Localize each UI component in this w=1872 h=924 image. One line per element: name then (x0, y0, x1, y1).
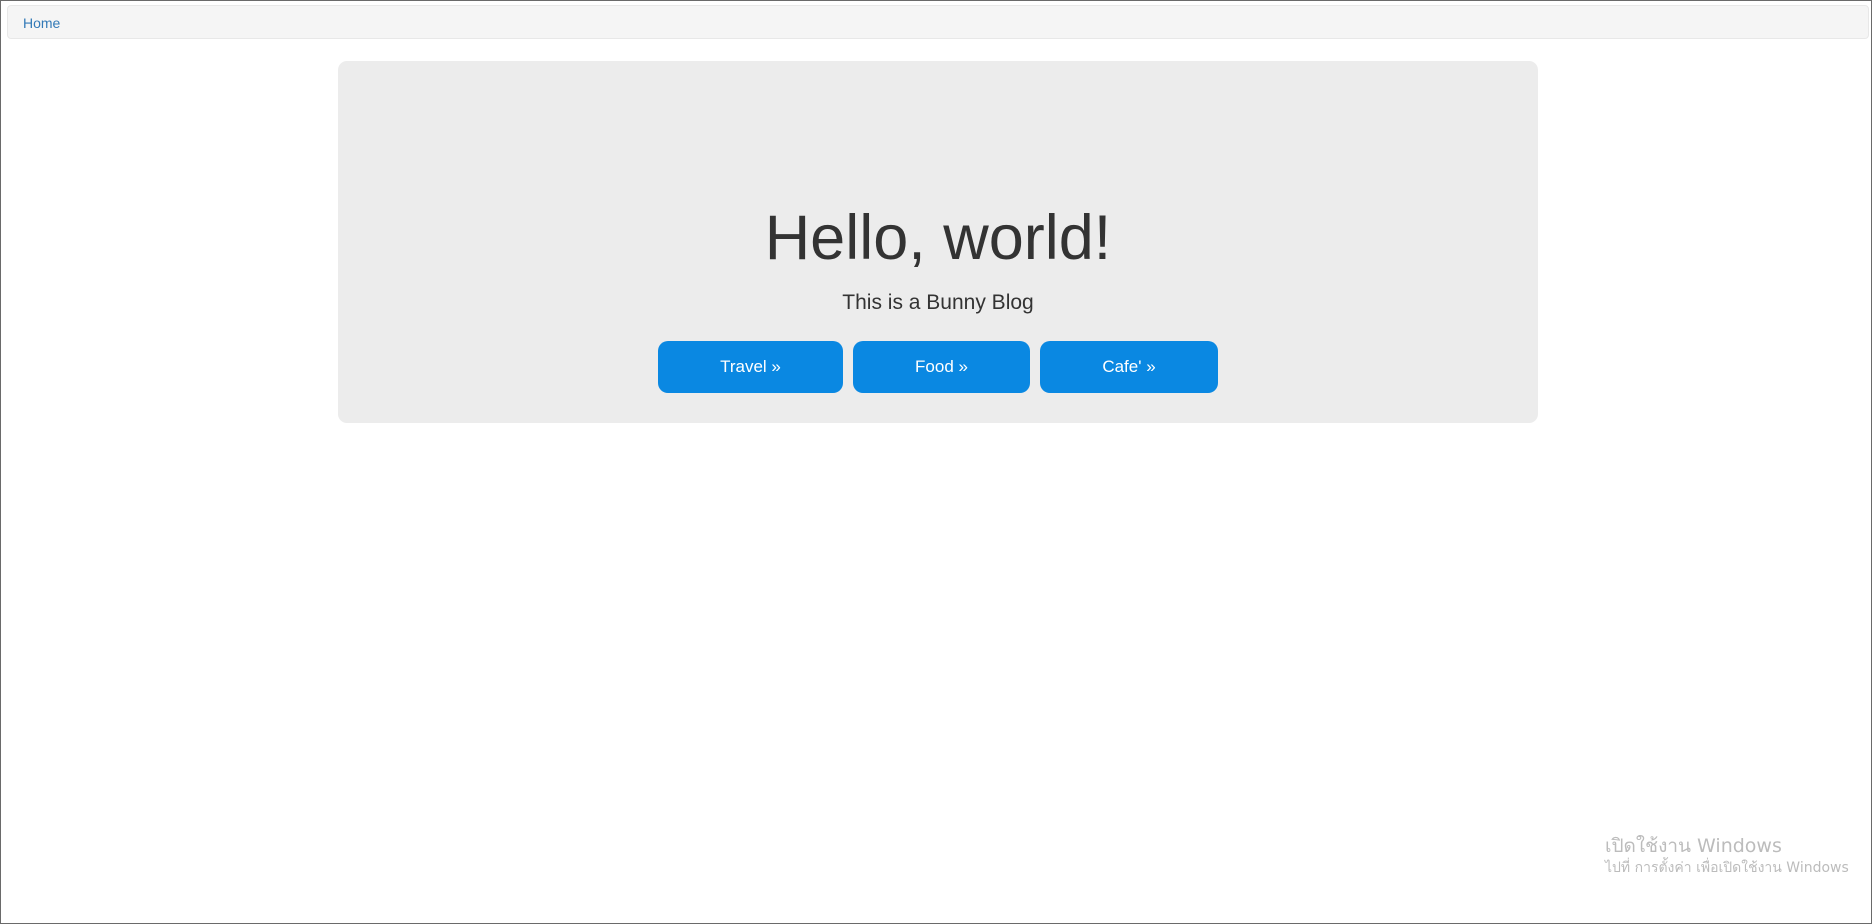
navbar: Home (7, 5, 1869, 39)
jumbotron: Hello, world! This is a Bunny Blog Trave… (338, 61, 1538, 423)
cafe-button[interactable]: Cafe' » (1040, 341, 1218, 393)
watermark-subtitle: ไปที่ การตั้งค่า เพื่อเปิดใช้งาน Windows (1605, 860, 1849, 876)
nav-home-link[interactable]: Home (23, 15, 60, 31)
page-title: Hello, world! (764, 203, 1112, 273)
food-button[interactable]: Food » (853, 341, 1030, 393)
page-subtitle: This is a Bunny Blog (842, 291, 1034, 314)
watermark-title: เปิดใช้งาน Windows (1605, 835, 1782, 857)
windows-activation-watermark: เปิดใช้งาน Windows ไปที่ การตั้งค่า เพื่… (1605, 834, 1849, 878)
travel-button[interactable]: Travel » (658, 341, 843, 393)
browser-viewport: Home Hello, world! This is a Bunny Blog … (0, 0, 1872, 924)
